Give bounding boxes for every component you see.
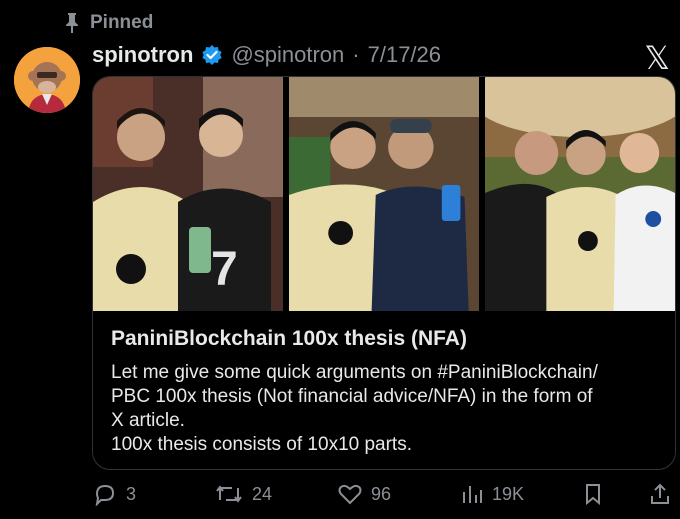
pinned-indicator: Pinned bbox=[64, 12, 153, 34]
bookmark-icon bbox=[582, 482, 604, 506]
photo-1[interactable]: 7 bbox=[93, 77, 283, 311]
post-header: spinotron @spinotron · 7/17/26 bbox=[92, 42, 441, 68]
post-date[interactable]: 7/17/26 bbox=[368, 42, 441, 68]
photo-3[interactable] bbox=[485, 77, 675, 311]
repost-button[interactable]: 24 bbox=[214, 482, 272, 506]
share-icon bbox=[649, 482, 671, 506]
svg-text:7: 7 bbox=[211, 243, 238, 296]
x-logo-icon: 𝕏 bbox=[644, 40, 670, 76]
separator-dot: · bbox=[352, 42, 360, 67]
views-count: 19K bbox=[492, 483, 525, 504]
verified-icon bbox=[201, 44, 223, 66]
repost-count: 24 bbox=[252, 483, 273, 504]
article-card[interactable]: 7 PaniniBlockchain 100x thesis (NFA) Let… bbox=[92, 76, 676, 470]
reply-count: 3 bbox=[126, 483, 137, 504]
display-name[interactable]: spinotron bbox=[92, 42, 193, 68]
repost-icon bbox=[214, 482, 244, 506]
reply-icon bbox=[92, 482, 118, 506]
photo-2[interactable] bbox=[289, 77, 479, 311]
action-bar: 3 24 96 19K bbox=[92, 482, 676, 512]
avatar[interactable] bbox=[14, 47, 80, 113]
reply-button[interactable]: 3 bbox=[92, 482, 136, 506]
bookmark-button[interactable] bbox=[582, 482, 604, 506]
share-button[interactable] bbox=[649, 482, 671, 506]
like-count: 96 bbox=[371, 483, 392, 504]
like-icon bbox=[337, 482, 363, 506]
views-icon bbox=[460, 482, 484, 506]
views-button[interactable]: 19K bbox=[460, 482, 524, 506]
pin-icon bbox=[64, 13, 80, 33]
pinned-label: Pinned bbox=[90, 12, 154, 33]
photo-strip[interactable]: 7 bbox=[93, 77, 675, 311]
article-text: Let me give some quick arguments on #Pan… bbox=[111, 362, 598, 455]
like-button[interactable]: 96 bbox=[337, 482, 391, 506]
article-title[interactable]: PaniniBlockchain 100x thesis (NFA) bbox=[111, 327, 659, 351]
user-handle[interactable]: @spinotron bbox=[231, 42, 344, 68]
